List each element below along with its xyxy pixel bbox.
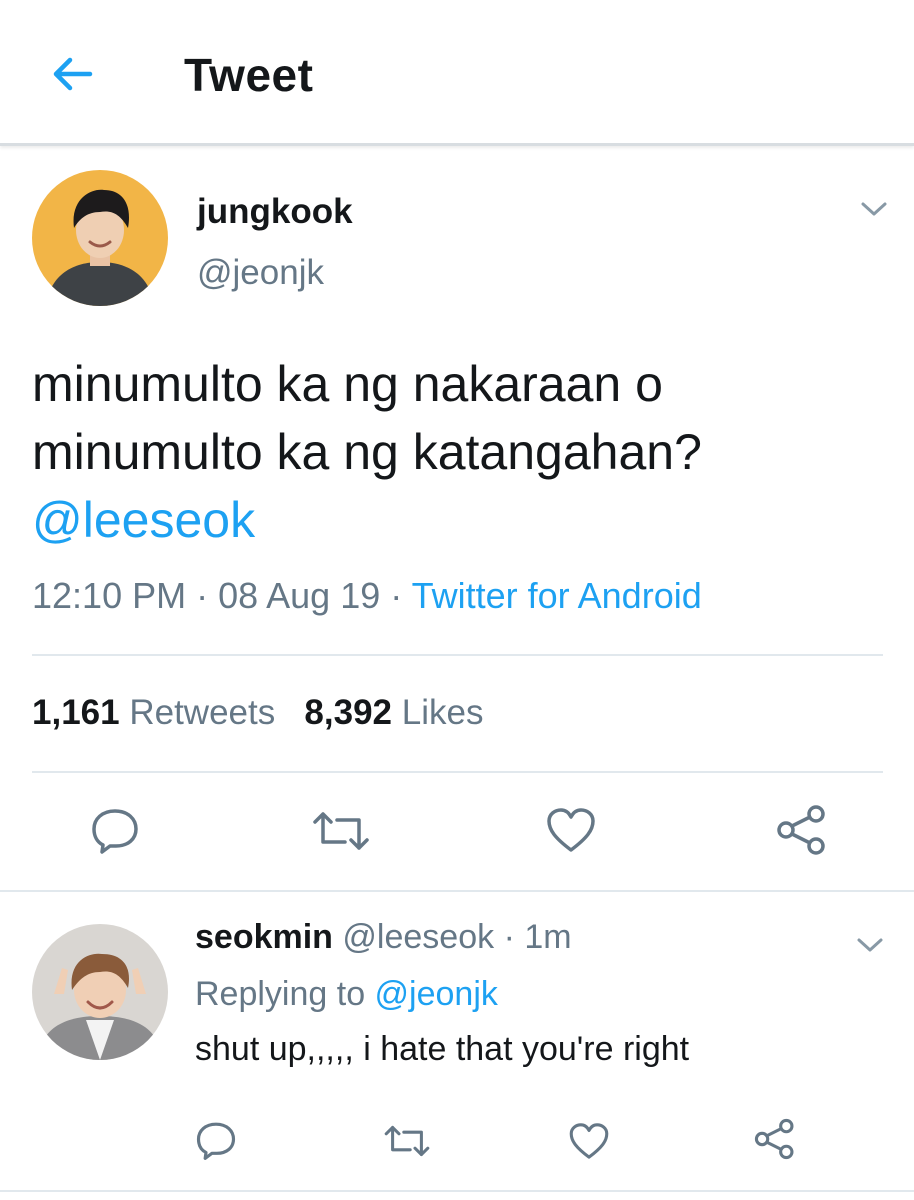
back-button[interactable] bbox=[48, 52, 96, 96]
retweet-icon bbox=[313, 812, 369, 850]
retweets-stat[interactable]: 1,161 Retweets bbox=[32, 693, 275, 732]
reply-like-button[interactable] bbox=[568, 1121, 610, 1161]
tweet-text-line: minumulto ka ng nakaraan o bbox=[32, 356, 663, 412]
author-handle[interactable]: @jeonjk bbox=[197, 253, 324, 293]
reply-text: shut up,,,,, i hate that you're right bbox=[195, 1030, 690, 1068]
profile-photo bbox=[32, 924, 168, 1060]
divider bbox=[0, 890, 914, 892]
share-icon bbox=[777, 805, 825, 855]
separator: · bbox=[380, 575, 412, 616]
like-button[interactable] bbox=[545, 806, 597, 854]
source-link[interactable]: Twitter for Android bbox=[412, 575, 702, 616]
reply-menu-button[interactable] bbox=[856, 936, 884, 954]
replying-to: Replying to @jeonjk bbox=[195, 975, 498, 1014]
separator: · bbox=[186, 575, 219, 616]
arrow-left-icon bbox=[53, 57, 93, 91]
divider bbox=[0, 1190, 914, 1192]
tweet-menu-button[interactable] bbox=[860, 200, 888, 218]
reply-share-button[interactable] bbox=[754, 1118, 796, 1160]
replying-handle-link[interactable]: @jeonjk bbox=[375, 975, 498, 1013]
chevron-down-icon bbox=[861, 202, 887, 216]
chevron-down-icon bbox=[857, 938, 883, 952]
retweet-button[interactable] bbox=[311, 808, 371, 854]
likes-stat[interactable]: 8,392 Likes bbox=[304, 693, 483, 732]
reply-icon bbox=[196, 1122, 236, 1160]
heart-icon bbox=[547, 808, 595, 852]
reply-avatar[interactable] bbox=[32, 924, 168, 1060]
reply-author-name[interactable]: seokmin bbox=[195, 918, 333, 956]
reply-author-handle[interactable]: @leeseok bbox=[342, 918, 494, 956]
share-button[interactable] bbox=[776, 804, 828, 856]
retweets-label: Retweets bbox=[129, 693, 276, 732]
page-title: Tweet bbox=[184, 49, 314, 101]
likes-count: 8,392 bbox=[304, 693, 393, 732]
profile-photo bbox=[32, 170, 168, 306]
tweet-date: 08 Aug 19 bbox=[218, 575, 381, 616]
tweet-time: 12:10 PM bbox=[32, 575, 187, 616]
share-icon bbox=[754, 1118, 794, 1160]
replying-prefix: Replying to bbox=[195, 975, 375, 1013]
tweet-stats: 1,161 Retweets 8,392 Likes bbox=[32, 693, 483, 733]
tweet-meta: 12:10 PM · 08 Aug 19 · Twitter for Andro… bbox=[32, 575, 702, 617]
reply-reply-button[interactable] bbox=[195, 1120, 237, 1160]
separator: · bbox=[494, 918, 525, 956]
tweet-text: minumulto ka ng nakaraan o minumulto ka … bbox=[32, 350, 892, 554]
reply-age: 1m bbox=[524, 918, 572, 956]
heart-icon bbox=[569, 1123, 609, 1159]
reply-retweet-button[interactable] bbox=[383, 1122, 431, 1160]
reply-header: seokmin @leeseok · 1m bbox=[195, 918, 572, 957]
avatar[interactable] bbox=[32, 170, 168, 306]
reply-button[interactable] bbox=[90, 806, 140, 854]
likes-label: Likes bbox=[401, 693, 484, 732]
divider bbox=[32, 771, 883, 773]
reply-icon bbox=[92, 809, 138, 854]
tweet-text-line: minumulto ka ng katangahan? bbox=[32, 424, 702, 480]
retweet-icon bbox=[384, 1125, 430, 1157]
retweets-count: 1,161 bbox=[32, 693, 120, 732]
mention-link[interactable]: @leeseok bbox=[32, 486, 892, 554]
author-name[interactable]: jungkook bbox=[197, 192, 353, 232]
divider bbox=[32, 654, 883, 656]
top-bar: Tweet bbox=[0, 0, 914, 146]
